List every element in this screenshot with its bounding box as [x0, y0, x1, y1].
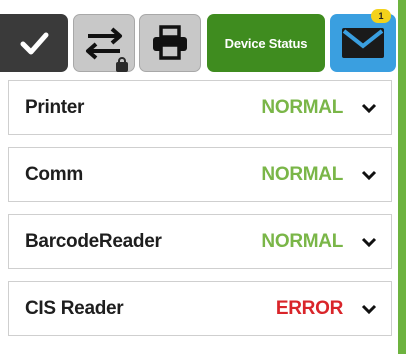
- mail-icon: [342, 28, 384, 58]
- device-status: NORMAL: [261, 163, 343, 185]
- device-status-label: Device Status: [224, 35, 308, 51]
- mail-badge: 1: [371, 9, 391, 23]
- print-button[interactable]: [139, 14, 201, 72]
- chevron-down-icon[interactable]: [361, 303, 377, 315]
- device-row-barcodereader[interactable]: BarcodeReader NORMAL: [8, 214, 392, 269]
- device-status: NORMAL: [261, 96, 343, 118]
- confirm-button[interactable]: [0, 14, 68, 72]
- toolbar: Device Status 1: [0, 0, 406, 78]
- device-status-button[interactable]: Device Status: [207, 14, 325, 72]
- device-row-cis-reader[interactable]: CIS Reader ERROR: [8, 281, 392, 336]
- lock-icon: [116, 57, 128, 72]
- device-label: CIS Reader: [25, 297, 124, 319]
- printer-icon: [153, 25, 187, 60]
- side-accent-bar: [398, 0, 406, 354]
- device-row-comm[interactable]: Comm NORMAL: [8, 147, 392, 202]
- chevron-down-icon[interactable]: [361, 169, 377, 181]
- mail-button[interactable]: [330, 14, 396, 72]
- device-label: BarcodeReader: [25, 230, 162, 252]
- chevron-down-icon[interactable]: [361, 102, 377, 114]
- device-label: Printer: [25, 96, 85, 118]
- checkmark-icon: [20, 32, 49, 55]
- chevron-down-icon[interactable]: [361, 236, 377, 248]
- device-status: NORMAL: [261, 230, 343, 252]
- device-label: Comm: [25, 163, 83, 185]
- device-status-list: Printer NORMAL Comm NORMAL BarcodeReader…: [8, 80, 392, 348]
- transfer-arrows-icon: [86, 27, 122, 60]
- device-status: ERROR: [275, 297, 343, 319]
- device-row-printer[interactable]: Printer NORMAL: [8, 80, 392, 135]
